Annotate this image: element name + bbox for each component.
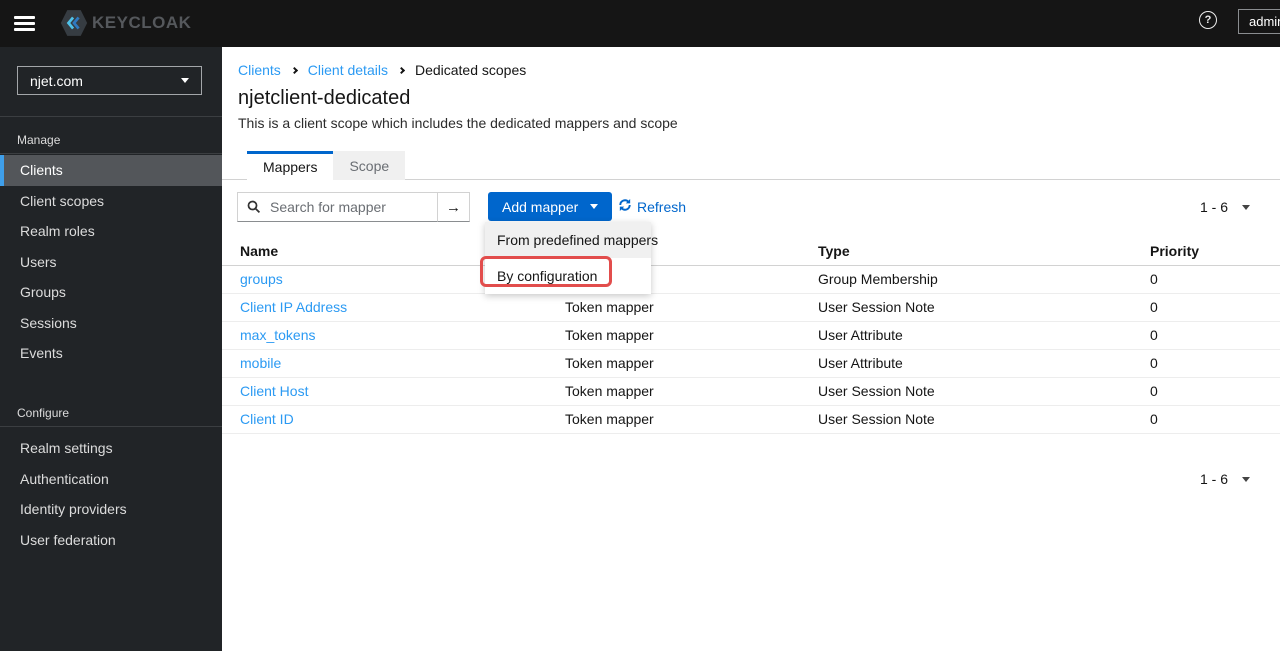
refresh-label: Refresh	[637, 198, 687, 215]
mapper-link-max-tokens[interactable]: max_tokens	[240, 327, 315, 343]
breadcrumb: Clients Client details Dedicated scopes	[238, 62, 526, 78]
add-mapper-dropdown-menu: From predefined mappers By configuration	[485, 222, 658, 294]
page-title: njetclient-dedicated	[238, 87, 411, 109]
breadcrumb-client-details[interactable]: Client details	[308, 62, 388, 78]
realm-selector[interactable]: njet.com	[17, 66, 202, 95]
column-header-type[interactable]: Type	[818, 238, 1150, 266]
nav-toggle-button[interactable]	[14, 12, 42, 34]
table-row: max_tokens Token mapper User Attribute 0	[222, 321, 1280, 350]
chevron-right-icon	[290, 66, 298, 74]
pagination-range: 1 - 6	[1199, 199, 1228, 215]
table-header-row: Name Type Priority	[222, 238, 1280, 266]
divider	[0, 426, 222, 427]
page-subtitle: This is a client scope which includes th…	[238, 115, 678, 131]
keycloak-logo: KEYCLOAK	[60, 9, 191, 37]
sidebar-item-client-scopes[interactable]: Client scopes	[0, 186, 222, 217]
hamburger-icon	[14, 15, 35, 19]
column-header-priority[interactable]: Priority	[1150, 238, 1280, 266]
menu-item-by-configuration[interactable]: By configuration	[485, 258, 651, 294]
brand-text: KEYCLOAK	[92, 13, 192, 32]
pagination-range: 1 - 6	[1199, 471, 1228, 487]
chevron-right-icon	[397, 66, 405, 74]
table-row: Client IP Address Token mapper User Sess…	[222, 293, 1280, 322]
sidebar-item-clients[interactable]: Clients	[0, 155, 222, 186]
sidebar-item-realm-settings[interactable]: Realm settings	[0, 433, 222, 464]
mapper-link-client-host[interactable]: Client Host	[240, 383, 308, 399]
mappers-table: Name Type Priority groups Group Membersh…	[222, 238, 1280, 434]
sidebar-item-events[interactable]: Events	[0, 338, 222, 369]
sidebar-item-realm-roles[interactable]: Realm roles	[0, 216, 222, 247]
divider	[0, 116, 222, 117]
divider	[0, 153, 222, 154]
sidebar-item-sessions[interactable]: Sessions	[0, 308, 222, 339]
chevron-down-icon	[181, 78, 189, 83]
breadcrumb-current: Dedicated scopes	[414, 62, 527, 78]
sidebar-item-authentication[interactable]: Authentication	[0, 464, 222, 495]
pagination-bottom[interactable]: 1 - 6	[1200, 471, 1250, 487]
realm-name: njet.com	[30, 72, 83, 89]
keycloak-hexagon-icon	[60, 10, 88, 36]
help-icon[interactable]: ?	[1199, 11, 1217, 29]
refresh-icon	[618, 198, 632, 215]
main-content: Clients Client details Dedicated scopes …	[222, 47, 1280, 651]
tab-scope[interactable]: Scope	[333, 151, 406, 180]
arrow-right-icon: →	[446, 198, 461, 216]
sidebar-item-identity-providers[interactable]: Identity providers	[0, 494, 222, 525]
search-submit-button[interactable]: →	[437, 192, 470, 222]
add-mapper-button[interactable]: Add mapper	[488, 192, 613, 221]
caret-down-icon	[1242, 476, 1250, 482]
masthead: KEYCLOAK ? admin	[0, 0, 1280, 47]
tab-bar: Mappers Scope	[222, 151, 1280, 180]
sidebar-item-groups[interactable]: Groups	[0, 277, 222, 308]
sidebar-item-users[interactable]: Users	[0, 247, 222, 278]
table-row: groups Group Membership 0	[222, 265, 1280, 294]
mapper-link-client-ip-address[interactable]: Client IP Address	[240, 299, 347, 315]
mapper-link-mobile[interactable]: mobile	[240, 355, 281, 371]
pagination-top[interactable]: 1 - 6	[1200, 199, 1250, 215]
table-row: Client ID Token mapper User Session Note…	[222, 405, 1280, 434]
configure-nav-list: Realm settings Authentication Identity p…	[0, 433, 222, 555]
mapper-link-groups[interactable]: groups	[240, 271, 283, 287]
caret-down-icon	[1242, 204, 1250, 210]
breadcrumb-clients[interactable]: Clients	[238, 62, 281, 78]
nav-section-manage: Manage	[17, 133, 61, 147]
search-icon	[247, 200, 261, 219]
search-group: →	[237, 192, 470, 222]
nav-section-configure: Configure	[17, 406, 70, 420]
add-mapper-label: Add mapper	[502, 198, 579, 215]
manage-nav-list: Clients Client scopes Realm roles Users …	[0, 155, 222, 369]
refresh-button[interactable]: Refresh	[618, 198, 686, 215]
user-menu-button[interactable]: admin	[1238, 9, 1280, 34]
mapper-link-client-id[interactable]: Client ID	[240, 411, 294, 427]
table-row: mobile Token mapper User Attribute 0	[222, 349, 1280, 378]
sidebar: njet.com Manage Clients Client scopes Re…	[0, 47, 222, 651]
tab-mappers[interactable]: Mappers	[247, 151, 334, 180]
caret-down-icon	[590, 204, 599, 209]
search-input[interactable]	[237, 192, 437, 222]
menu-item-from-predefined-mappers[interactable]: From predefined mappers	[485, 222, 658, 258]
sidebar-item-user-federation[interactable]: User federation	[0, 525, 222, 556]
table-row: Client Host Token mapper User Session No…	[222, 377, 1280, 406]
